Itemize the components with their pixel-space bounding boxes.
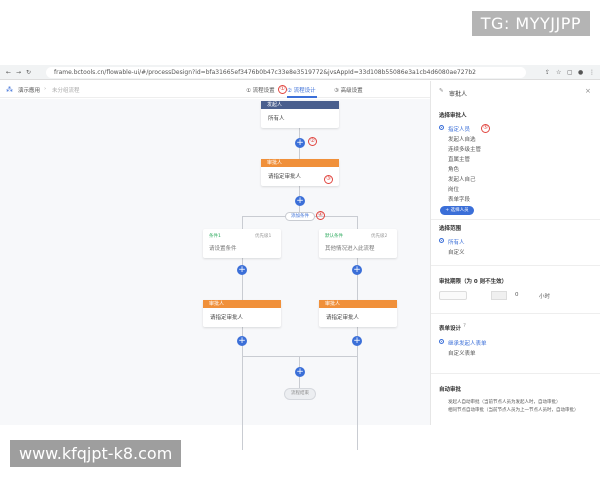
- active-tab-underline: [287, 96, 317, 98]
- condition-card-left[interactable]: 条件1 优先级1 请设置条件: [203, 229, 281, 258]
- option-specified-person[interactable]: 指定人员: [448, 125, 470, 133]
- radio-selected[interactable]: [439, 238, 444, 243]
- form-option-custom[interactable]: 自定义表单: [448, 349, 476, 357]
- tab-advanced-settings[interactable]: ③ 高级设置: [334, 86, 363, 94]
- option-initiator-self[interactable]: 发起人自己: [448, 175, 476, 183]
- app-title: 演示應用: [18, 88, 41, 94]
- approver-node-header: 审批人: [261, 159, 339, 167]
- form-option-inherit[interactable]: 继承发起人表单: [448, 339, 487, 347]
- flow-canvas[interactable]: 发起人 所有人 + ② 审批人 请指定审批人 ③ + 添加条件 ④ 条件1 优先…: [0, 99, 430, 450]
- option-form-field[interactable]: 表单字段: [448, 195, 470, 203]
- start-node-body: 所有人: [268, 116, 285, 122]
- section-select-range: 选择范围: [439, 226, 462, 232]
- condition-body: 请设置条件: [209, 246, 237, 252]
- back-icon[interactable]: ←: [6, 69, 11, 76]
- forward-icon[interactable]: →: [16, 69, 21, 76]
- add-node-button[interactable]: +: [237, 336, 247, 346]
- add-node-button[interactable]: +: [237, 265, 247, 275]
- radio-selected[interactable]: [439, 125, 444, 130]
- add-node-button[interactable]: +: [352, 265, 362, 275]
- deadline-value: 0: [515, 292, 519, 298]
- divider: [431, 265, 600, 266]
- add-condition-button[interactable]: 添加条件: [285, 212, 315, 221]
- end-node: 流程结束: [284, 388, 316, 400]
- add-node-button[interactable]: +: [295, 196, 305, 206]
- option-initiator-choice[interactable]: 发起人自选: [448, 135, 476, 143]
- start-node[interactable]: 发起人 所有人: [261, 101, 339, 128]
- app-header: ⁂ 演示應用 › 未分组流程 ① 流程设置 ② 流程设计 ③ 高级设置: [0, 81, 430, 98]
- condition-title: 默认条件: [325, 234, 343, 239]
- section-deadline: 审批期限（为 0 则不生效）: [439, 279, 508, 285]
- extensions-icon[interactable]: ▢: [567, 69, 573, 76]
- divider: [431, 373, 600, 374]
- approver-settings-panel: ✎ 审批人 × 选择审批人 指定人员 ⑤ 发起人自选 连续多级主管 直属主管 角…: [430, 81, 600, 425]
- star-icon[interactable]: ☆: [556, 69, 561, 76]
- deadline-hours-input[interactable]: [439, 291, 467, 300]
- option-role[interactable]: 角色: [448, 165, 459, 173]
- condition-card-right[interactable]: 默认条件 优先级2 其他情况进入此流程: [319, 229, 397, 258]
- approver-node-body: 请指定审批人: [326, 315, 360, 321]
- tab-process-design[interactable]: ② 流程设计: [287, 86, 316, 94]
- marker-4: ④: [316, 211, 325, 220]
- url-text: frame.bctools.cn/flowable-ui/#/processDe…: [54, 69, 476, 76]
- panel-title: 审批人: [449, 91, 468, 98]
- deadline-stepper[interactable]: [491, 291, 507, 300]
- help-icon[interactable]: ?: [463, 323, 466, 329]
- range-option-custom[interactable]: 自定义: [448, 248, 465, 256]
- menu-icon[interactable]: ⋮: [589, 69, 595, 76]
- add-node-button[interactable]: +: [295, 138, 305, 148]
- reload-icon[interactable]: ↻: [26, 69, 31, 76]
- start-node-header: 发起人: [261, 101, 339, 109]
- browser-bar: ← → ↻ frame.bctools.cn/flowable-ui/#/pro…: [0, 65, 600, 80]
- add-node-button[interactable]: +: [295, 367, 305, 377]
- address-bar[interactable]: frame.bctools.cn/flowable-ui/#/processDe…: [46, 67, 526, 78]
- app-logo-icon: ⁂: [6, 86, 13, 94]
- approver-node-header: 审批人: [319, 300, 397, 308]
- tab-process-settings[interactable]: ① 流程设置: [246, 86, 275, 94]
- condition-body: 其他情况进入此流程: [325, 246, 375, 252]
- section-auto-approve: 自动审批: [439, 387, 462, 393]
- share-icon[interactable]: ⇪: [545, 69, 550, 76]
- deadline-unit: 小时: [539, 294, 551, 300]
- condition-title: 条件1: [209, 234, 221, 239]
- branch-bottom-line: [242, 356, 358, 357]
- watermark-bottom: www.kfqjpt-k8.com: [10, 440, 182, 467]
- watermark-top: TG: MYYJJPP: [471, 11, 590, 36]
- branch-approver-right[interactable]: 审批人 请指定审批人: [319, 300, 397, 327]
- marker-5: ⑤: [481, 124, 490, 133]
- divider: [431, 219, 600, 220]
- auto-approve-line[interactable]: 相同节点自动审批（当前节点人员为上一节点人员时，自动审批）: [448, 407, 579, 413]
- marker-3: ③: [324, 175, 333, 184]
- option-multi-level-supervisor[interactable]: 连续多级主管: [448, 145, 481, 153]
- close-icon[interactable]: ×: [585, 87, 591, 95]
- breadcrumb: 未分组流程: [52, 88, 80, 94]
- add-node-button[interactable]: +: [352, 336, 362, 346]
- marker-1: ①: [278, 85, 287, 94]
- marker-2: ②: [308, 137, 317, 146]
- approver-node-body: 请指定审批人: [210, 315, 244, 321]
- breadcrumb-separator: ›: [44, 86, 47, 92]
- section-form-design: 表单设计: [439, 326, 462, 332]
- divider: [431, 313, 600, 314]
- auto-approve-line[interactable]: 发起人自动审批（当前节点人员为发起人时，自动审批）: [448, 399, 561, 405]
- section-select-approver: 选择审批人: [439, 113, 467, 119]
- approver-node-header: 审批人: [203, 300, 281, 308]
- option-direct-supervisor[interactable]: 直属主管: [448, 155, 470, 163]
- select-person-button[interactable]: + 选择人员: [440, 206, 474, 215]
- condition-priority: 优先级1: [255, 234, 272, 239]
- range-option-all[interactable]: 所有人: [448, 238, 465, 246]
- option-position[interactable]: 岗位: [448, 185, 459, 193]
- profile-icon[interactable]: ●: [578, 69, 583, 76]
- branch-approver-left[interactable]: 审批人 请指定审批人: [203, 300, 281, 327]
- radio-selected[interactable]: [439, 339, 444, 344]
- edit-icon[interactable]: ✎: [439, 88, 444, 94]
- condition-priority: 优先级2: [371, 234, 388, 239]
